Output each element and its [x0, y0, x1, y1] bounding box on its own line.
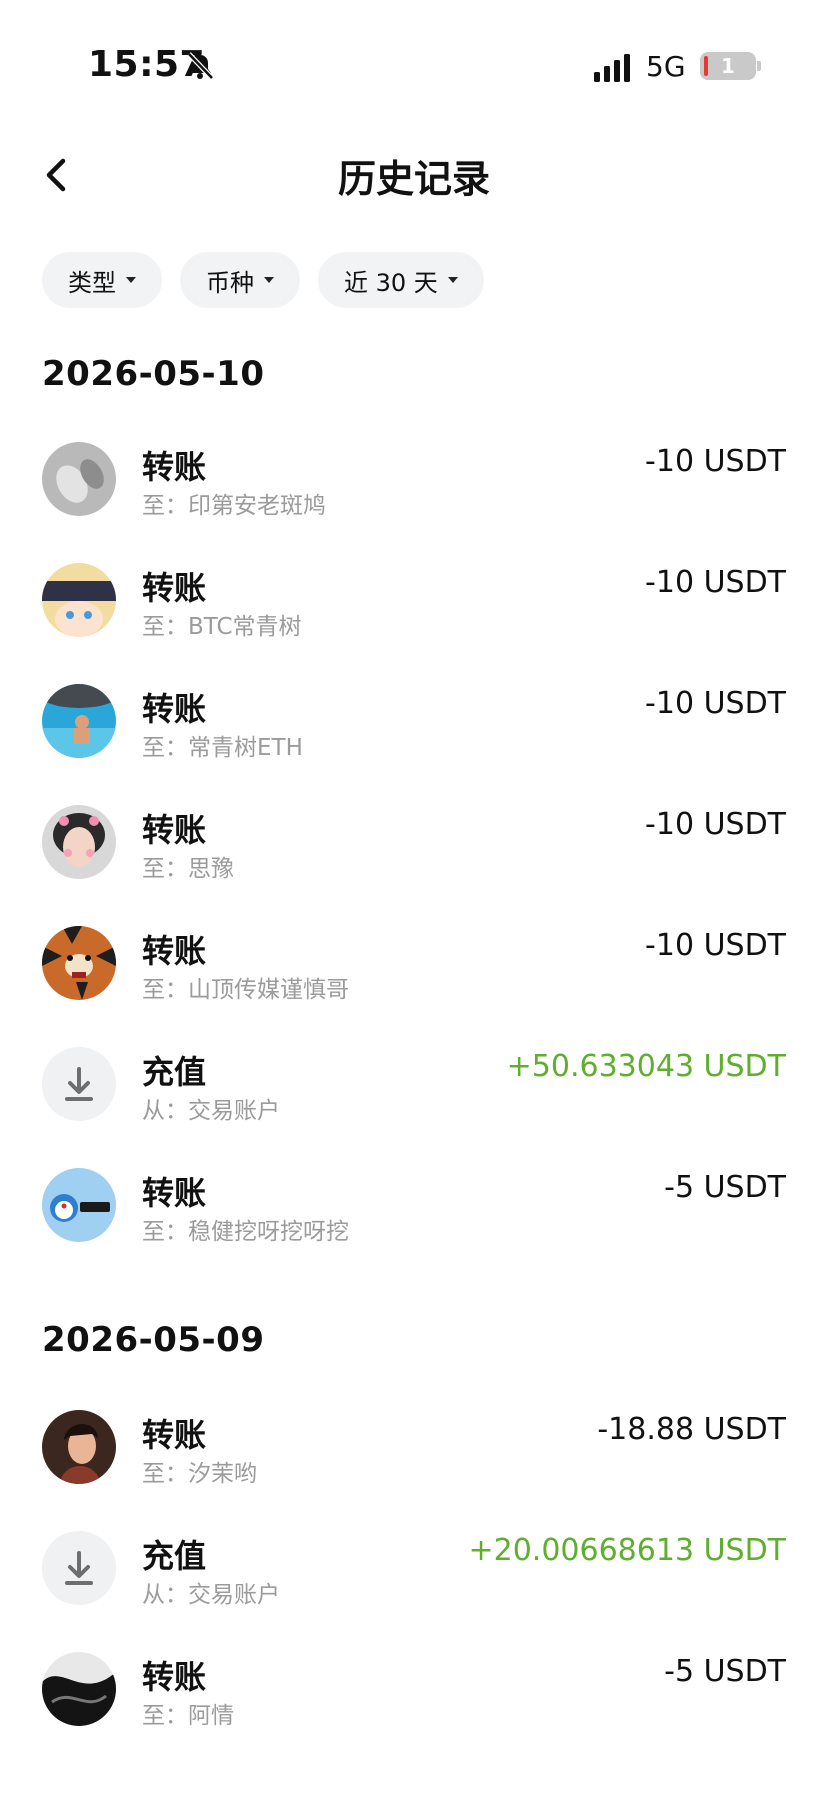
- filter-bar: 类型 币种 近 30 天: [42, 252, 484, 308]
- transaction-type: 充值: [142, 1053, 207, 1091]
- transaction-amount: -10 USDT: [645, 928, 786, 963]
- filter-date-range-chip[interactable]: 近 30 天: [318, 252, 484, 308]
- transaction-row[interactable]: 转账 至：阿情 -5 USDT: [42, 1652, 786, 1732]
- transaction-amount: -5 USDT: [664, 1654, 786, 1689]
- transaction-counterparty: 至：汐茉哟: [142, 1461, 257, 1487]
- caret-down-icon: [447, 277, 458, 283]
- transaction-type: 转账: [142, 1174, 207, 1212]
- transaction-type: 转账: [142, 1658, 207, 1696]
- transaction-counterparty: 至：BTC常青树: [142, 614, 302, 640]
- transaction-row[interactable]: 充值 从：交易账户 +20.00668613 USDT: [42, 1531, 786, 1611]
- filter-date-range-label: 近 30 天: [344, 268, 438, 297]
- avatar: [42, 805, 116, 879]
- transaction-type: 转账: [142, 811, 207, 849]
- filter-currency-chip[interactable]: 币种: [180, 252, 300, 308]
- avatar: [42, 563, 116, 637]
- transaction-counterparty: 从：交易账户: [142, 1582, 280, 1608]
- avatar: [42, 1410, 116, 1484]
- transaction-row[interactable]: 转账 至：常青树ETH -10 USDT: [42, 684, 786, 764]
- transaction-amount: -18.88 USDT: [597, 1412, 786, 1447]
- deposit-icon: [42, 1531, 116, 1605]
- cellular-signal-icon: [594, 54, 634, 82]
- caret-down-icon: [126, 277, 136, 283]
- page-title: 历史记录: [337, 157, 490, 201]
- transaction-counterparty: 至：印第安老斑鸠: [142, 493, 326, 519]
- transaction-row[interactable]: 转账 至：思豫 -10 USDT: [42, 805, 786, 885]
- transaction-amount: -10 USDT: [645, 565, 786, 600]
- section-date: 2026-05-10: [42, 354, 265, 394]
- battery-icon: 1: [700, 52, 761, 80]
- avatar: [42, 1168, 116, 1242]
- transaction-counterparty: 至：思豫: [142, 856, 234, 882]
- avatar: [42, 1652, 116, 1726]
- transaction-type: 转账: [142, 1416, 207, 1454]
- deposit-icon: [42, 1047, 116, 1121]
- history-page: 15:57 5G 1 历史记录 类型 币种 近 30 天 2026-05-10 …: [0, 0, 828, 1801]
- filter-type-label: 类型: [68, 268, 116, 297]
- section-date: 2026-05-09: [42, 1320, 265, 1360]
- transaction-amount: -10 USDT: [645, 807, 786, 842]
- transaction-row[interactable]: 转账 至：BTC常青树 -10 USDT: [42, 563, 786, 643]
- transaction-type: 充值: [142, 1537, 207, 1575]
- transaction-amount: +50.633043 USDT: [506, 1049, 786, 1084]
- battery-level: 1: [721, 54, 735, 78]
- transaction-row[interactable]: 充值 从：交易账户 +50.633043 USDT: [42, 1047, 786, 1127]
- transaction-amount: -5 USDT: [664, 1170, 786, 1205]
- transaction-type: 转账: [142, 932, 207, 970]
- transaction-type: 转账: [142, 569, 207, 607]
- transaction-row[interactable]: 转账 至：印第安老斑鸠 -10 USDT: [42, 442, 786, 522]
- bell-off-icon: [184, 50, 216, 82]
- transaction-counterparty: 至：阿情: [142, 1703, 234, 1729]
- caret-down-icon: [264, 277, 274, 283]
- filter-currency-label: 币种: [206, 268, 254, 297]
- avatar: [42, 442, 116, 516]
- status-bar: 15:57 5G 1: [0, 0, 828, 120]
- transaction-amount: -10 USDT: [645, 444, 786, 479]
- transaction-amount: -10 USDT: [645, 686, 786, 721]
- transaction-counterparty: 至：山顶传媒谨慎哥: [142, 977, 349, 1003]
- transaction-row[interactable]: 转账 至：山顶传媒谨慎哥 -10 USDT: [42, 926, 786, 1006]
- transaction-row[interactable]: 转账 至：稳健挖呀挖呀挖 -5 USDT: [42, 1168, 786, 1248]
- transaction-row[interactable]: 转账 至：汐茉哟 -18.88 USDT: [42, 1410, 786, 1490]
- avatar: [42, 684, 116, 758]
- transaction-type: 转账: [142, 690, 207, 728]
- transaction-counterparty: 至：常青树ETH: [142, 735, 303, 761]
- transaction-counterparty: 从：交易账户: [142, 1098, 280, 1124]
- filter-type-chip[interactable]: 类型: [42, 252, 162, 308]
- transaction-amount: +20.00668613 USDT: [468, 1533, 786, 1568]
- avatar: [42, 926, 116, 1000]
- transaction-counterparty: 至：稳健挖呀挖呀挖: [142, 1219, 349, 1245]
- network-type: 5G: [646, 50, 686, 83]
- transaction-type: 转账: [142, 448, 207, 486]
